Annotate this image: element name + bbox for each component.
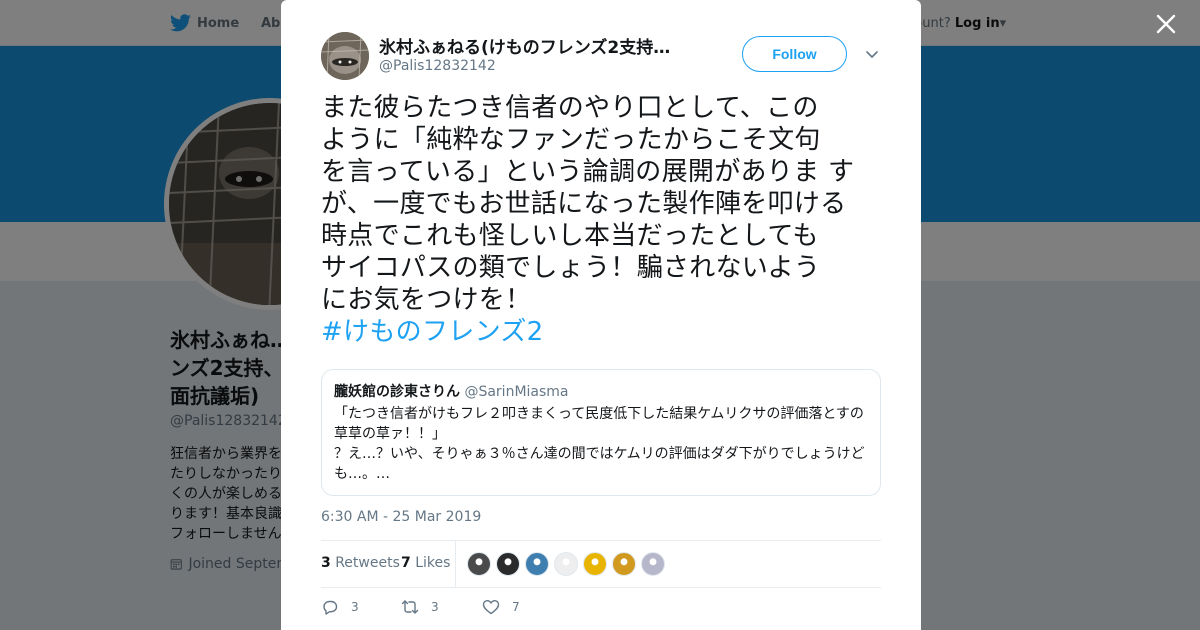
- retweet-count: 3: [321, 555, 331, 571]
- tweet-text-line: にお気をつけを！: [321, 285, 532, 315]
- liker-avatar[interactable]: [612, 552, 636, 576]
- retweet-label: Retweets: [335, 555, 400, 571]
- tweet-text-line: が、一度でもお世話になった製作陣を叩ける: [321, 189, 847, 219]
- tweet-actions: 3 3 7: [321, 598, 621, 622]
- retweet-button[interactable]: 3: [401, 598, 439, 616]
- liker-avatar[interactable]: [641, 552, 665, 576]
- liker-avatar[interactable]: [554, 552, 578, 576]
- author-name[interactable]: 氷村ふぁねる(けものフレンズ2支持…: [379, 33, 689, 58]
- hashtag-link[interactable]: #けものフレンズ2: [321, 316, 886, 348]
- heart-icon: [482, 600, 500, 615]
- quoted-text-line: ？え…？いや、そりゃぁ３％さん達の間ではケムリの評価はダダ下がりでしょうけど: [334, 446, 865, 462]
- close-button[interactable]: [1150, 8, 1182, 40]
- tweet-timestamp[interactable]: 6:30 AM - 25 Mar 2019: [321, 509, 481, 525]
- author-avatar[interactable]: [321, 32, 369, 80]
- reply-icon: [323, 600, 338, 615]
- like-stat[interactable]: 7 Likes: [401, 555, 450, 571]
- liker-avatars: [467, 552, 665, 576]
- chevron-down-icon[interactable]: [864, 46, 880, 62]
- tweet-text-line: ように「純粋なファンだったからこそ文句: [321, 125, 821, 155]
- tweet-text-line: 時点でこれも怪しいし本当だったとしても: [321, 221, 819, 251]
- like-label: Likes: [415, 555, 451, 571]
- liker-avatar[interactable]: [583, 552, 607, 576]
- like-action-count: 7: [512, 600, 520, 614]
- quoted-text-line: 「たつき信者がけもフレ２叩きまくって民度低下した結果ケムリクサの評価落とすの: [334, 406, 864, 422]
- raccoon-avatar-image: [321, 32, 369, 80]
- like-button[interactable]: 7: [482, 598, 520, 616]
- quoted-tweet-text: 「たつき信者がけもフレ２叩きまくって民度低下した結果ケムリクサの評価落とすの 草…: [334, 404, 868, 484]
- tweet-text-line: サイコパスの類でしょう！騙されないよう: [321, 253, 821, 283]
- tweet-text-line: また彼らたつき信者のやり口として、この: [321, 93, 819, 123]
- tweet-stats: 3 Retweets 7 Likes: [321, 540, 881, 588]
- quoted-author-name: 朧妖館の診東さりん: [334, 384, 460, 400]
- like-count: 7: [401, 555, 411, 571]
- quoted-tweet-header: 朧妖館の診東さりん @SarinMiasma: [334, 382, 868, 402]
- reply-count: 3: [351, 600, 359, 614]
- tweet-modal: 氷村ふぁねる(けものフレンズ2支持… @Palis12832142 Follow…: [281, 0, 921, 630]
- follow-button[interactable]: Follow: [742, 36, 847, 72]
- quoted-author-handle: @SarinMiasma: [464, 384, 569, 400]
- liker-avatar[interactable]: [467, 552, 491, 576]
- close-icon: [1156, 14, 1176, 34]
- stats-divider: [455, 541, 456, 588]
- quoted-text-line: 草草の草ァ！！」: [334, 426, 446, 442]
- quoted-tweet[interactable]: 朧妖館の診東さりん @SarinMiasma 「たつき信者がけもフレ２叩きまくっ…: [321, 369, 881, 496]
- retweet-icon: [401, 600, 419, 614]
- reply-button[interactable]: 3: [321, 598, 359, 616]
- liker-avatar[interactable]: [525, 552, 549, 576]
- liker-avatar[interactable]: [496, 552, 520, 576]
- author-handle[interactable]: @Palis12832142: [379, 58, 496, 74]
- tweet-text: また彼らたつき信者のやり口として、この ように「純粋なファンだったからこそ文句 …: [321, 92, 886, 348]
- tweet-text-line: を言っている」という論調の展開がありま す: [321, 157, 855, 187]
- retweet-stat[interactable]: 3 Retweets: [321, 555, 400, 571]
- quoted-text-line: も…。…: [334, 466, 390, 482]
- retweet-action-count: 3: [431, 600, 439, 614]
